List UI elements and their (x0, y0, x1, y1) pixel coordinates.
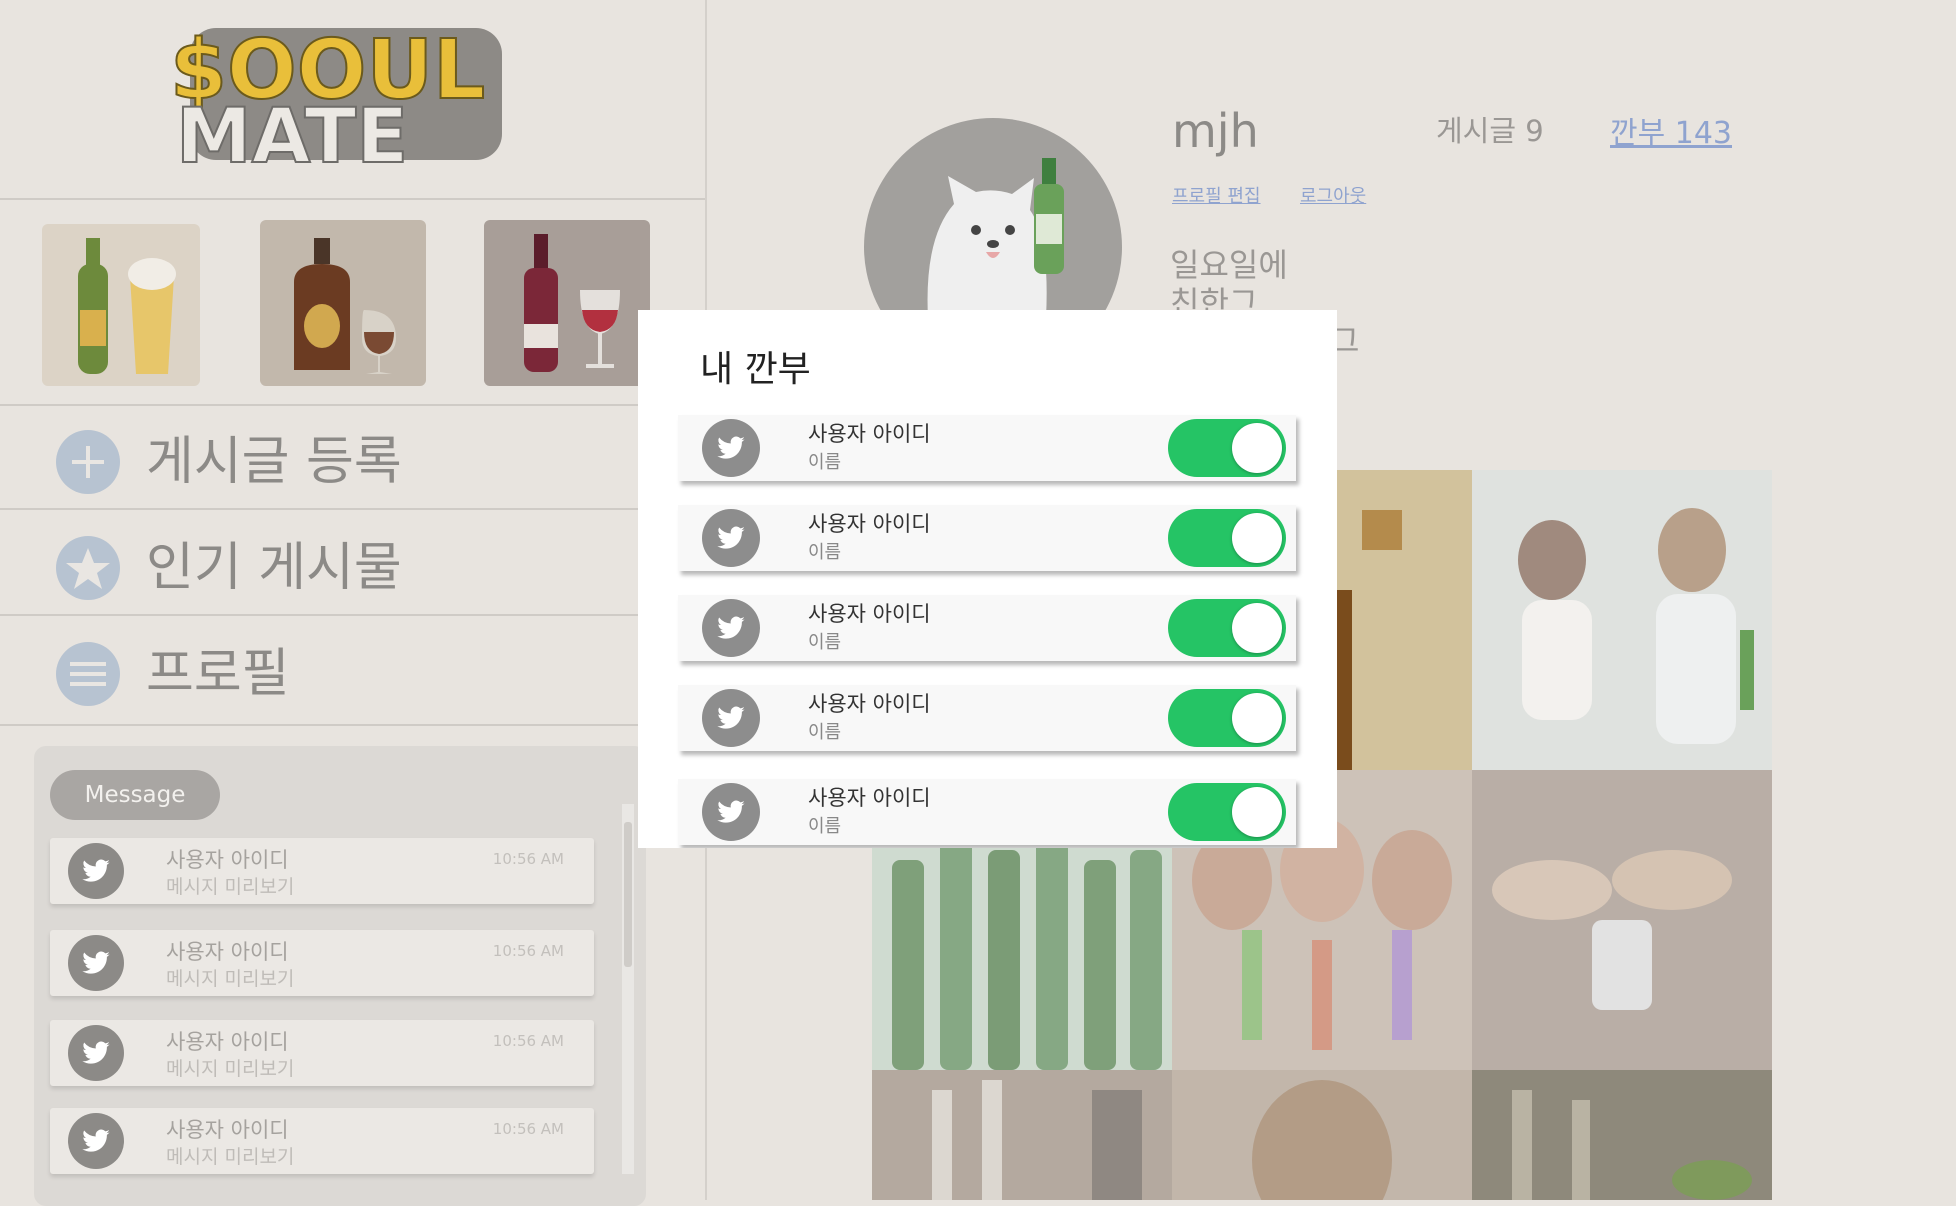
category-beer[interactable] (42, 224, 200, 386)
twitter-avatar-icon (702, 783, 760, 841)
twitter-avatar-icon (68, 935, 124, 991)
toggle-knob (1232, 787, 1282, 837)
twitter-avatar-icon (68, 1025, 124, 1081)
message-user: 사용자 아이디 (166, 848, 289, 872)
menu-icon (56, 642, 120, 706)
app-logo[interactable]: $OOUL MATE (169, 22, 510, 181)
modal-title: 내 깐부 (700, 349, 811, 390)
friend-row: 사용자 아이디 이름 (678, 595, 1296, 661)
profile-username: mjh (1172, 104, 1259, 158)
toggle-knob (1232, 423, 1282, 473)
sidebar-divider (0, 614, 705, 616)
wine-icon (524, 234, 620, 372)
message-user: 사용자 아이디 (166, 1118, 289, 1142)
friend-toggle[interactable] (1168, 783, 1286, 841)
friend-count-link[interactable]: 깐부 143 (1610, 108, 1732, 152)
post-thumbnail[interactable] (1472, 770, 1772, 1070)
beer-icon (78, 238, 176, 374)
friend-toggle[interactable] (1168, 509, 1286, 567)
friend-toggle[interactable] (1168, 419, 1286, 477)
message-user: 사용자 아이디 (166, 1030, 289, 1054)
message-preview: 메시지 미리보기 (166, 1146, 295, 1168)
whiskey-icon (294, 238, 396, 374)
message-item[interactable]: 사용자 아이디 메시지 미리보기 10:56 AM (50, 1108, 594, 1174)
logout-link[interactable]: 로그아웃 (1300, 182, 1366, 208)
post-thumbnail[interactable] (872, 1070, 1172, 1200)
message-item[interactable]: 사용자 아이디 메시지 미리보기 10:56 AM (50, 930, 594, 996)
edit-profile-link[interactable]: 프로필 편집 (1172, 182, 1261, 208)
sidebar-divider (0, 724, 705, 726)
friend-row: 사용자 아이디 이름 (678, 779, 1296, 845)
category-wine[interactable] (484, 220, 650, 386)
nav-create-post[interactable]: 게시글 등록 (0, 410, 705, 514)
friend-row: 사용자 아이디 이름 (678, 685, 1296, 751)
toggle-knob (1232, 603, 1282, 653)
friend-name: 이름 (808, 452, 842, 473)
plus-icon (56, 430, 120, 494)
friend-user-id: 사용자 아이디 (808, 602, 931, 626)
twitter-avatar-icon (702, 599, 760, 657)
message-time: 10:56 AM (492, 1032, 564, 1050)
nav-label: 프로필 (146, 644, 290, 704)
message-time: 10:56 AM (492, 1120, 564, 1138)
nav-label: 게시글 등록 (146, 432, 402, 492)
messages-badge[interactable]: Message (50, 770, 220, 820)
friend-name: 이름 (808, 542, 842, 563)
category-whiskey[interactable] (260, 220, 426, 386)
svg-text:MATE: MATE (176, 91, 408, 170)
post-count: 게시글 9 (1436, 114, 1544, 148)
message-item[interactable]: 사용자 아이디 메시지 미리보기 10:56 AM (50, 838, 594, 904)
star-icon (56, 536, 120, 600)
toggle-knob (1232, 693, 1282, 743)
friend-toggle[interactable] (1168, 599, 1286, 657)
twitter-avatar-icon (68, 1113, 124, 1169)
post-thumbnail[interactable] (1472, 470, 1772, 770)
sidebar-divider (0, 198, 705, 200)
toggle-knob (1232, 513, 1282, 563)
friends-modal: 내 깐부 사용자 아이디 이름 사용자 아이디 이름 사용자 아이디 이름 사용… (638, 310, 1337, 848)
friend-row: 사용자 아이디 이름 (678, 505, 1296, 571)
nav-profile[interactable]: 프로필 (0, 622, 705, 726)
twitter-avatar-icon (702, 689, 760, 747)
messages-scrollbar-thumb[interactable] (624, 822, 632, 967)
message-item[interactable]: 사용자 아이디 메시지 미리보기 10:56 AM (50, 1020, 594, 1086)
sidebar-divider (0, 404, 705, 406)
friend-name: 이름 (808, 632, 842, 653)
logo-graphic: $OOUL MATE (169, 22, 502, 181)
message-time: 10:56 AM (492, 850, 564, 868)
post-thumbnail[interactable] (1472, 1070, 1772, 1200)
message-preview: 메시지 미리보기 (166, 968, 295, 990)
nav-popular-posts[interactable]: 인기 게시물 (0, 516, 705, 620)
message-time: 10:56 AM (492, 942, 564, 960)
sidebar-divider (0, 508, 705, 510)
friend-user-id: 사용자 아이디 (808, 786, 931, 810)
message-preview: 메시지 미리보기 (166, 876, 295, 898)
nav-label: 인기 게시물 (146, 538, 402, 598)
friend-name: 이름 (808, 816, 842, 837)
friend-user-id: 사용자 아이디 (808, 422, 931, 446)
twitter-avatar-icon (702, 419, 760, 477)
friend-toggle[interactable] (1168, 689, 1286, 747)
twitter-avatar-icon (68, 843, 124, 899)
friend-name: 이름 (808, 722, 842, 743)
friend-user-id: 사용자 아이디 (808, 512, 931, 536)
bio-line: 일요일에 (1170, 246, 1288, 284)
friend-user-id: 사용자 아이디 (808, 692, 931, 716)
message-preview: 메시지 미리보기 (166, 1058, 295, 1080)
post-thumbnail[interactable] (1172, 1070, 1472, 1200)
message-user: 사용자 아이디 (166, 940, 289, 964)
twitter-avatar-icon (702, 509, 760, 567)
friend-row: 사용자 아이디 이름 (678, 415, 1296, 481)
